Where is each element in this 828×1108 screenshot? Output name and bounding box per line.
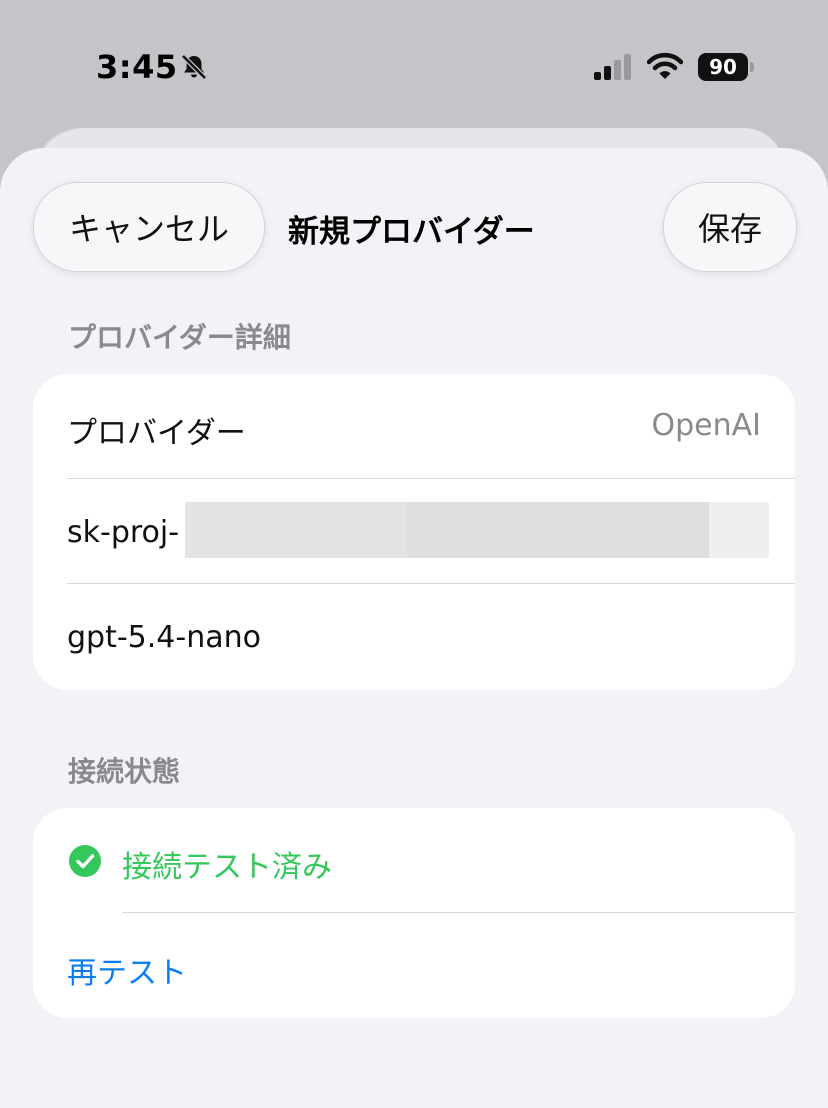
model-field: gpt-5.4-nano — [67, 620, 261, 655]
provider-details-card: プロバイダー OpenAI sk-proj- gpt-5.4-nano — [33, 374, 795, 690]
connection-status-header: 接続状態 — [68, 755, 181, 788]
cellular-signal-icon — [594, 54, 631, 80]
cancel-button[interactable]: キャンセル — [33, 182, 265, 272]
provider-row[interactable]: プロバイダー OpenAI — [33, 374, 795, 478]
model-row[interactable]: gpt-5.4-nano — [33, 584, 795, 690]
checkmark-circle-icon — [69, 845, 101, 877]
provider-value: OpenAI — [651, 408, 762, 443]
divider — [122, 912, 795, 913]
new-provider-sheet: キャンセル 新規プロバイダー 保存 プロバイダー詳細 プロバイダー OpenAI… — [0, 148, 828, 1108]
connection-status-card: 接続テスト済み 再テスト — [33, 808, 795, 1018]
wifi-icon — [647, 52, 683, 79]
sheet-title: 新規プロバイダー — [288, 214, 535, 250]
connection-status-text: 接続テスト済み — [122, 850, 332, 885]
battery-level: 90 — [698, 53, 748, 81]
redacted-api-key — [407, 502, 709, 558]
status-bar: 3:45 90 — [0, 0, 828, 130]
status-time: 3:45 — [96, 48, 178, 86]
redacted-api-key — [185, 502, 407, 558]
bell-slash-icon — [181, 54, 207, 80]
api-key-field: sk-proj- — [67, 515, 180, 550]
save-button[interactable]: 保存 — [663, 182, 797, 272]
redacted-api-key — [709, 502, 769, 558]
provider-details-header: プロバイダー詳細 — [68, 321, 291, 354]
retest-button[interactable]: 再テスト — [67, 948, 187, 992]
battery-tip — [750, 62, 754, 72]
battery-icon: 90 — [698, 53, 756, 81]
provider-label: プロバイダー — [67, 416, 246, 451]
